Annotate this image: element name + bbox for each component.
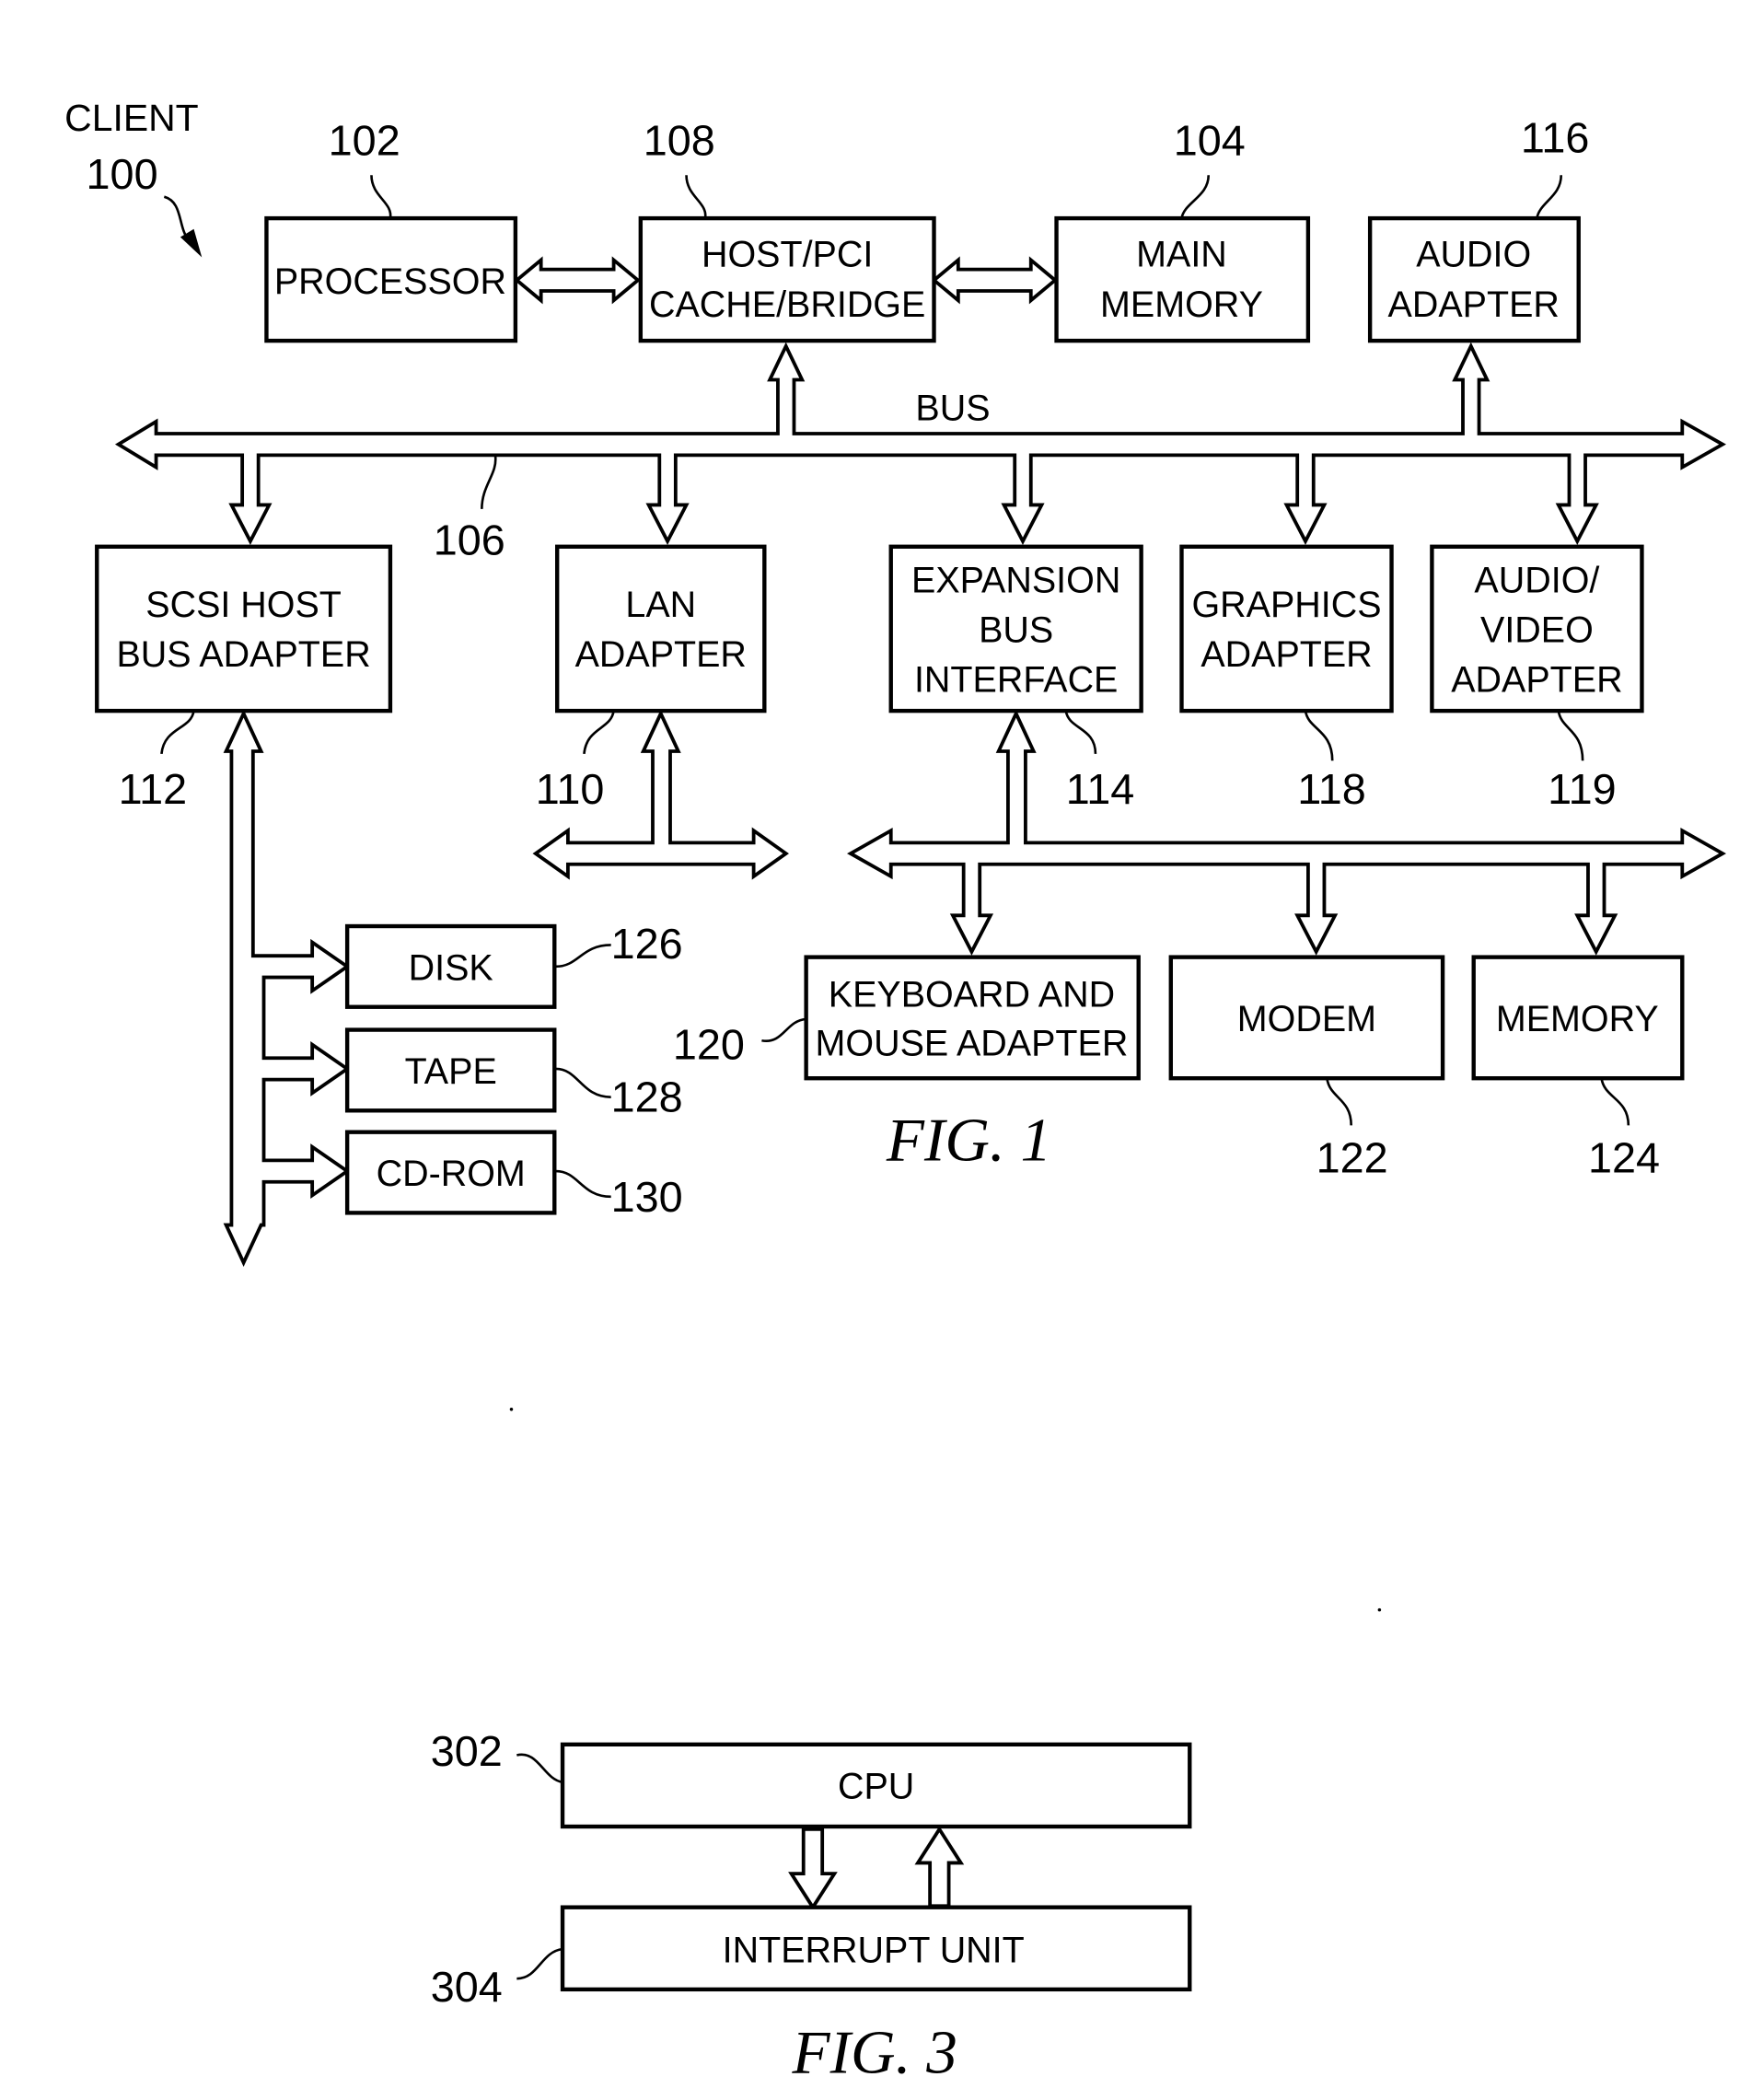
bus-leader [481, 455, 497, 509]
svg-text:CACHE/BRIDGE: CACHE/BRIDGE [649, 284, 925, 325]
svg-text:MEMORY: MEMORY [1100, 284, 1263, 325]
block-tape: TAPE 128 [344, 1027, 683, 1121]
block-host-pci-bridge: HOST/PCI CACHE/BRIDGE 108 [638, 116, 936, 343]
scan-speck [1377, 1607, 1382, 1612]
ref-104: 104 [1174, 116, 1246, 164]
svg-text:GRAPHICS: GRAPHICS [1191, 585, 1381, 625]
block-graphics-adapter: GRAPHICS ADAPTER 118 [1179, 544, 1394, 813]
svg-text:MODEM: MODEM [1237, 999, 1376, 1039]
fig1: CLIENT 100 BUS 106 PROCESSOR 102 HOST/PC… [64, 97, 1726, 1267]
svg-text:PROCESSOR: PROCESSOR [274, 261, 506, 302]
scan-speck [509, 1408, 514, 1411]
svg-text:ADAPTER: ADAPTER [1451, 660, 1622, 701]
svg-text:KEYBOARD AND: KEYBOARD AND [829, 975, 1115, 1015]
ref-120: 120 [673, 1021, 745, 1069]
svg-text:AUDIO/: AUDIO/ [1474, 560, 1599, 600]
processor-bridge-arrow [514, 256, 641, 305]
svg-text:INTERFACE: INTERFACE [914, 660, 1118, 701]
scsi-bus-arrow [223, 709, 351, 1267]
svg-text:BUS: BUS [979, 610, 1053, 651]
ref-102: 102 [329, 116, 400, 164]
ref-130: 130 [611, 1173, 683, 1221]
ref-108: 108 [644, 116, 715, 164]
block-interrupt-unit: INTERRUPT UNIT 304 [431, 1905, 1192, 2011]
svg-text:MAIN: MAIN [1136, 235, 1227, 275]
svg-text:LAN: LAN [625, 585, 696, 625]
ref-118: 118 [1297, 765, 1366, 813]
fig1-caption: FIG. 1 [886, 1105, 1051, 1174]
block-processor: PROCESSOR 102 [264, 116, 518, 343]
block-cpu: CPU 302 [431, 1727, 1192, 1829]
block-cd-rom: CD-ROM 130 [344, 1130, 683, 1221]
ref-126: 126 [611, 920, 683, 968]
fig3-caption: FIG. 3 [792, 2017, 957, 2086]
ref-302: 302 [431, 1727, 503, 1775]
bridge-memory-arrow [931, 256, 1059, 305]
block-disk: DISK 126 [344, 920, 683, 1009]
block-audio-adapter: AUDIO ADAPTER 116 [1367, 113, 1590, 343]
svg-text:ADAPTER: ADAPTER [1200, 634, 1372, 675]
svg-text:CD-ROM: CD-ROM [377, 1154, 526, 1194]
svg-text:CPU: CPU [838, 1766, 914, 1806]
ref-119: 119 [1548, 765, 1617, 813]
svg-text:EXPANSION: EXPANSION [911, 560, 1120, 600]
client-label: CLIENT [64, 97, 199, 139]
ref-122: 122 [1316, 1134, 1388, 1182]
svg-text:BUS ADAPTER: BUS ADAPTER [116, 634, 370, 675]
client-leader [163, 195, 190, 241]
ref-110: 110 [536, 765, 605, 813]
bus-ref: 106 [434, 516, 505, 564]
bus-label: BUS [915, 388, 990, 428]
ref-304: 304 [431, 1963, 503, 2011]
client-ref: 100 [87, 150, 158, 198]
ref-128: 128 [611, 1073, 683, 1121]
fig3: CPU 302 INTERRUPT UNIT 304 FIG. 3 [431, 1727, 1192, 2086]
block-modem: MODEM 122 [1168, 955, 1445, 1182]
svg-text:TAPE: TAPE [405, 1051, 497, 1092]
svg-text:INTERRUPT UNIT: INTERRUPT UNIT [723, 1931, 1025, 1971]
block-memory: MEMORY 124 [1471, 955, 1685, 1182]
svg-text:ADAPTER: ADAPTER [575, 634, 747, 675]
ref-116: 116 [1521, 113, 1590, 161]
svg-text:MEMORY: MEMORY [1496, 999, 1659, 1039]
svg-text:HOST/PCI: HOST/PCI [702, 235, 873, 275]
interrupt-to-cpu-arrow [914, 1826, 965, 1909]
svg-text:AUDIO: AUDIO [1416, 235, 1531, 275]
ref-114: 114 [1066, 765, 1135, 813]
ref-112: 112 [119, 765, 188, 813]
ref-124: 124 [1588, 1134, 1660, 1182]
svg-text:VIDEO: VIDEO [1480, 610, 1594, 651]
cpu-to-interrupt-arrow [788, 1827, 838, 1911]
block-lan-adapter: LAN ADAPTER 110 [536, 544, 767, 813]
block-audio-video-adapter: AUDIO/ VIDEO ADAPTER 119 [1430, 544, 1644, 813]
svg-text:ADAPTER: ADAPTER [1388, 284, 1560, 325]
block-keyboard-mouse-adapter: KEYBOARD AND MOUSE ADAPTER 120 [673, 955, 1141, 1081]
block-main-memory: MAIN MEMORY 104 [1054, 116, 1311, 343]
svg-text:MOUSE ADAPTER: MOUSE ADAPTER [816, 1023, 1129, 1063]
expansion-bus-arrow [847, 709, 1726, 956]
svg-text:DISK: DISK [409, 947, 493, 988]
patent-figure-sheet: CLIENT 100 BUS 106 PROCESSOR 102 HOST/PC… [64, 97, 1726, 2086]
system-bus-arrow [114, 342, 1726, 546]
svg-text:SCSI HOST: SCSI HOST [145, 585, 342, 625]
